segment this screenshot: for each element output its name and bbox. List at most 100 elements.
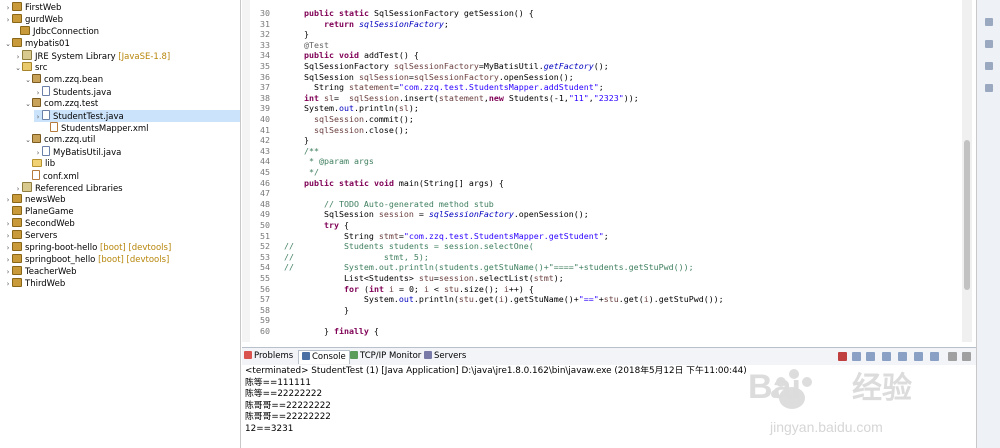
tab-console[interactable]: Console [298,350,350,364]
code-line[interactable]: 30 public static SqlSessionFactory getSe… [250,8,534,19]
tree-item-label: lib [45,159,56,169]
code-line[interactable]: 38 int sl= sqlSession.insert(statement,n… [250,93,639,104]
code-line[interactable]: 55 List<Students> stu=session.selectList… [250,273,564,284]
console-output-line: 陈等==111111 [245,377,311,388]
code-line[interactable]: 53 // stmt, 5); [250,252,429,263]
tree-item[interactable]: › TeacherWeb [4,266,240,278]
code-line[interactable]: 56 for (int i = 0; i < stu.size(); i++) … [250,284,534,295]
tree-item[interactable]: conf.xml [24,170,240,182]
tree-item[interactable]: › JRE System Library [JavaSE-1.8] [14,50,240,62]
proj-icon [12,194,22,203]
code-line[interactable]: 57 System.out.println(stu.get(i).getStuN… [250,294,724,305]
expand-chevron-icon[interactable]: › [4,266,12,278]
code-line[interactable]: 49 SqlSession session = sqlSessionFactor… [250,209,589,220]
console-output-line: 陈哥哥==22222222 [245,412,331,423]
tree-item[interactable]: › FirstWeb [4,2,240,14]
code-line[interactable]: 48 // TODO Auto-generated method stub [250,199,494,210]
code-line[interactable]: 51 String stmt="com.zzq.test.StudentsMap… [250,231,609,242]
code-line[interactable]: 36 SqlSession sqlSession=sqlSessionFacto… [250,72,574,83]
code-line[interactable]: 59 [250,315,284,326]
collapse-chevron-icon[interactable]: ⌄ [14,62,22,74]
expand-chevron-icon[interactable]: › [4,194,12,206]
code-editor[interactable]: 30 public static SqlSessionFactory getSe… [242,0,976,342]
tree-item-label: src [35,63,48,73]
code-line[interactable]: 41 sqlSession.close(); [250,125,409,136]
tree-item[interactable]: › Students.java [34,86,240,98]
tab-problems[interactable]: Problems [244,350,293,363]
code-line[interactable]: 39 System.out.println(sl); [250,103,419,114]
code-text: } [284,135,309,146]
code-line[interactable]: 37 String statement="com.zzq.test.Studen… [250,82,604,93]
expand-chevron-icon[interactable]: › [4,2,12,14]
expand-chevron-icon[interactable]: › [34,111,42,123]
console-view-icon[interactable] [985,84,993,92]
code-line[interactable]: 60 } finally { [250,326,379,337]
code-line[interactable]: 52 // Students students = session.selectO… [250,241,534,252]
package-icon [32,98,41,107]
code-line[interactable]: 40 sqlSession.commit(); [250,114,414,125]
collapse-chevron-icon[interactable]: ⌄ [24,74,32,86]
maximize-icon[interactable] [962,352,971,361]
expand-chevron-icon[interactable]: › [4,230,12,242]
tree-item[interactable]: › spring-boot-hello [boot] [devtools] [4,242,240,254]
outline-icon[interactable] [985,40,993,48]
code-line[interactable]: 42 } [250,135,309,146]
editor-scroll-thumb[interactable] [964,140,970,290]
tree-item[interactable]: › MyBatisUtil.java [34,146,240,158]
expand-chevron-icon[interactable]: › [4,218,12,230]
tree-item[interactable]: PlaneGame [4,206,240,218]
code-line[interactable]: 50 try { [250,220,349,231]
code-line[interactable]: 45 */ [250,167,319,178]
code-line[interactable]: 32 } [250,29,309,40]
line-number: 37 [260,82,270,93]
tree-item-decoration: [JavaSE-1.8] [115,52,171,62]
code-line[interactable]: 34 public void addTest() { [250,50,419,61]
tree-item[interactable]: › gurdWeb [4,14,240,26]
expand-chevron-icon[interactable]: › [4,14,12,26]
tree-item[interactable]: ⌄ com.zzq.util [24,134,240,146]
expand-chevron-icon[interactable]: › [4,254,12,266]
tree-item[interactable]: › Referenced Libraries [14,182,240,194]
code-line[interactable]: 58 } [250,305,349,316]
collapse-chevron-icon[interactable]: ⌄ [24,98,32,110]
code-line[interactable]: 33 @Test [250,40,329,51]
editor-gutter [242,0,250,342]
minimize-icon[interactable] [948,352,957,361]
tree-item[interactable]: JdbcConnection [12,26,240,38]
expand-chevron-icon[interactable]: › [4,278,12,290]
tab-label: TCP/IP Monitor [360,351,422,361]
code-text: @Test [303,39,329,50]
restore-icon[interactable] [985,18,993,26]
code-line[interactable]: 31 return sqlSessionFactory; [250,19,449,30]
code-text: return sqlSessionFactory; [323,18,449,29]
code-text: SqlSessionFactory sqlSessionFactory=MyBa… [284,61,609,71]
tree-item[interactable]: ⌄ mybatis01 [4,38,240,50]
code-line[interactable]: 43 /** [250,146,319,157]
code-line[interactable]: 54 // System.out.println(students.getStuN… [250,262,694,273]
tab-servers[interactable]: Servers [424,350,466,363]
code-line[interactable]: 35 SqlSessionFactory sqlSessionFactory=M… [250,61,609,72]
collapse-chevron-icon[interactable]: ⌄ [24,134,32,146]
tree-item[interactable]: › Servers [4,230,240,242]
proj-icon [12,38,22,47]
tree-item[interactable]: › newsWeb [4,194,240,206]
tree-item[interactable]: › ThirdWeb [4,278,240,290]
code-line[interactable]: 46 public static void main(String[] args… [250,178,504,189]
code-text: SqlSession sqlSession=sqlSessionFactory.… [284,71,574,82]
tree-item[interactable]: ⌄ com.zzq.test [24,98,240,110]
tree-item[interactable]: lib [24,158,240,170]
expand-chevron-icon[interactable]: › [4,242,12,254]
code-line[interactable]: 44 * @param args [250,156,374,167]
tree-item[interactable]: › StudentTest.java [34,110,240,122]
line-number: 51 [260,230,270,241]
tab-tcp-ip-monitor[interactable]: TCP/IP Monitor [350,350,421,363]
tree-item[interactable]: ⌄ src [14,62,240,74]
task-list-icon[interactable] [985,62,993,70]
collapse-chevron-icon[interactable]: ⌄ [4,38,12,50]
code-line[interactable]: 47 [250,188,284,199]
tree-item[interactable]: › SecondWeb [4,218,240,230]
tree-item-label: PlaneGame [25,207,74,217]
tree-item[interactable]: › springboot_hello [boot] [devtools] [4,254,240,266]
tree-item[interactable]: ⌄ com.zzq.bean [24,74,240,86]
tree-item[interactable]: StudentsMapper.xml [42,122,240,134]
